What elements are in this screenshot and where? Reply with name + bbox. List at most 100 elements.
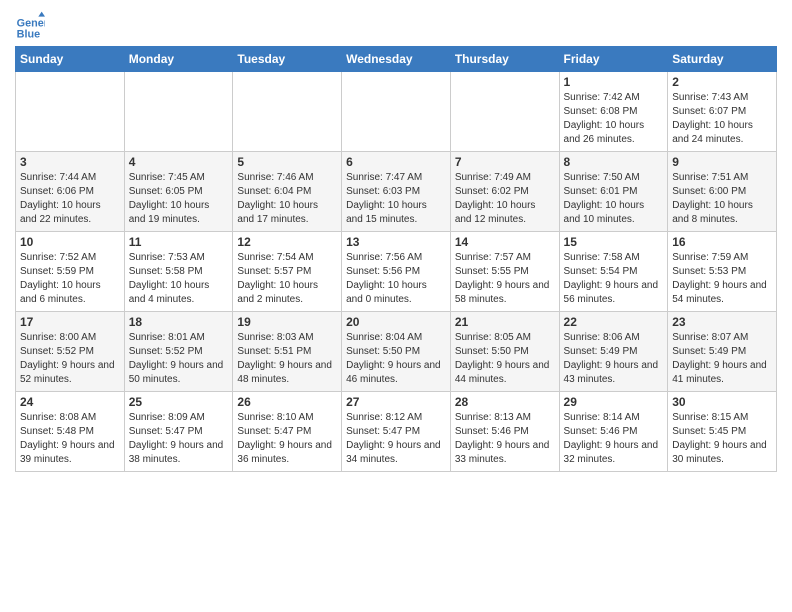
calendar-cell: 22 Sunrise: 8:06 AM Sunset: 5:49 PM Dayli… — [559, 312, 668, 392]
day-number: 15 — [564, 235, 664, 249]
calendar-cell: 16Sunrise: 7:59 AM Sunset: 5:53 PM Dayli… — [668, 232, 777, 312]
calendar-cell: 29 Sunrise: 8:14 AM Sunset: 5:46 PM Dayli… — [559, 392, 668, 472]
day-info: Sunrise: 7:42 AM Sunset: 6:08 PM Dayligh… — [564, 91, 664, 147]
calendar-cell: 25 Sunrise: 8:09 AM Sunset: 5:47 PM Dayli… — [124, 392, 233, 472]
day-info: Sunrise: 7:56 AM Sunset: 5:56 PM Dayligh… — [346, 251, 446, 307]
day-info: Sunrise: 7:47 AM Sunset: 6:03 PM Dayligh… — [346, 171, 446, 227]
calendar-cell: 19Sunrise: 8:03 AM Sunset: 5:51 PM Dayli… — [233, 312, 342, 392]
day-info: Sunrise: 8:08 AM Sunset: 5:48 PM Dayligh… — [20, 411, 120, 467]
calendar-cell: 24Sunrise: 8:08 AM Sunset: 5:48 PM Dayli… — [16, 392, 125, 472]
weekday-header: Friday — [559, 47, 668, 72]
calendar-cell — [124, 72, 233, 152]
day-number: 7 — [455, 155, 555, 169]
calendar-body: 1 Sunrise: 7:42 AM Sunset: 6:08 PM Daylig… — [16, 72, 777, 472]
day-number: 22 — [564, 315, 664, 329]
day-info: Sunrise: 8:01 AM Sunset: 5:52 PM Dayligh… — [129, 331, 229, 387]
day-info: Sunrise: 7:54 AM Sunset: 5:57 PM Dayligh… — [237, 251, 337, 307]
day-number: 1 — [564, 75, 664, 89]
day-number: 11 — [129, 235, 229, 249]
weekday-header: Sunday — [16, 47, 125, 72]
calendar-week-row: 24Sunrise: 8:08 AM Sunset: 5:48 PM Dayli… — [16, 392, 777, 472]
calendar-cell: 7 Sunrise: 7:49 AM Sunset: 6:02 PM Daylig… — [450, 152, 559, 232]
weekday-header: Monday — [124, 47, 233, 72]
calendar-cell — [450, 72, 559, 152]
calendar-cell: 20Sunrise: 8:04 AM Sunset: 5:50 PM Dayli… — [342, 312, 451, 392]
calendar-cell: 17Sunrise: 8:00 AM Sunset: 5:52 PM Dayli… — [16, 312, 125, 392]
day-number: 2 — [672, 75, 772, 89]
calendar-cell: 21 Sunrise: 8:05 AM Sunset: 5:50 PM Dayli… — [450, 312, 559, 392]
calendar-cell: 13 Sunrise: 7:56 AM Sunset: 5:56 PM Dayli… — [342, 232, 451, 312]
weekday-header: Saturday — [668, 47, 777, 72]
calendar-cell: 8Sunrise: 7:50 AM Sunset: 6:01 PM Daylig… — [559, 152, 668, 232]
calendar-cell: 27 Sunrise: 8:12 AM Sunset: 5:47 PM Dayli… — [342, 392, 451, 472]
day-info: Sunrise: 7:52 AM Sunset: 5:59 PM Dayligh… — [20, 251, 120, 307]
page-header: General Blue — [15, 10, 777, 40]
calendar-cell: 12 Sunrise: 7:54 AM Sunset: 5:57 PM Dayli… — [233, 232, 342, 312]
day-info: Sunrise: 8:04 AM Sunset: 5:50 PM Dayligh… — [346, 331, 446, 387]
day-number: 4 — [129, 155, 229, 169]
day-info: Sunrise: 8:09 AM Sunset: 5:47 PM Dayligh… — [129, 411, 229, 467]
calendar-week-row: 17Sunrise: 8:00 AM Sunset: 5:52 PM Dayli… — [16, 312, 777, 392]
day-info: Sunrise: 8:03 AM Sunset: 5:51 PM Dayligh… — [237, 331, 337, 387]
day-number: 18 — [129, 315, 229, 329]
day-number: 5 — [237, 155, 337, 169]
calendar-cell — [342, 72, 451, 152]
day-info: Sunrise: 8:14 AM Sunset: 5:46 PM Dayligh… — [564, 411, 664, 467]
calendar-cell — [16, 72, 125, 152]
calendar-cell: 1 Sunrise: 7:42 AM Sunset: 6:08 PM Daylig… — [559, 72, 668, 152]
logo: General Blue — [15, 10, 49, 40]
calendar-cell: 30Sunrise: 8:15 AM Sunset: 5:45 PM Dayli… — [668, 392, 777, 472]
day-info: Sunrise: 8:13 AM Sunset: 5:46 PM Dayligh… — [455, 411, 555, 467]
calendar-cell: 2 Sunrise: 7:43 AM Sunset: 6:07 PM Daylig… — [668, 72, 777, 152]
day-number: 17 — [20, 315, 120, 329]
day-number: 25 — [129, 395, 229, 409]
calendar-cell: 3 Sunrise: 7:44 AM Sunset: 6:06 PM Daylig… — [16, 152, 125, 232]
day-info: Sunrise: 7:44 AM Sunset: 6:06 PM Dayligh… — [20, 171, 120, 227]
calendar-table: SundayMondayTuesdayWednesdayThursdayFrid… — [15, 46, 777, 472]
day-info: Sunrise: 8:12 AM Sunset: 5:47 PM Dayligh… — [346, 411, 446, 467]
day-number: 14 — [455, 235, 555, 249]
calendar-header-row: SundayMondayTuesdayWednesdayThursdayFrid… — [16, 47, 777, 72]
day-info: Sunrise: 7:50 AM Sunset: 6:01 PM Dayligh… — [564, 171, 664, 227]
day-info: Sunrise: 7:45 AM Sunset: 6:05 PM Dayligh… — [129, 171, 229, 227]
day-info: Sunrise: 8:05 AM Sunset: 5:50 PM Dayligh… — [455, 331, 555, 387]
day-number: 27 — [346, 395, 446, 409]
day-info: Sunrise: 7:53 AM Sunset: 5:58 PM Dayligh… — [129, 251, 229, 307]
calendar-cell: 4 Sunrise: 7:45 AM Sunset: 6:05 PM Daylig… — [124, 152, 233, 232]
day-info: Sunrise: 7:43 AM Sunset: 6:07 PM Dayligh… — [672, 91, 772, 147]
logo-icon: General Blue — [15, 10, 45, 40]
calendar-cell: 15Sunrise: 7:58 AM Sunset: 5:54 PM Dayli… — [559, 232, 668, 312]
calendar-week-row: 10 Sunrise: 7:52 AM Sunset: 5:59 PM Dayli… — [16, 232, 777, 312]
weekday-header: Wednesday — [342, 47, 451, 72]
day-info: Sunrise: 8:07 AM Sunset: 5:49 PM Dayligh… — [672, 331, 772, 387]
calendar-cell: 10 Sunrise: 7:52 AM Sunset: 5:59 PM Dayli… — [16, 232, 125, 312]
day-number: 21 — [455, 315, 555, 329]
weekday-header: Thursday — [450, 47, 559, 72]
day-number: 29 — [564, 395, 664, 409]
day-info: Sunrise: 8:06 AM Sunset: 5:49 PM Dayligh… — [564, 331, 664, 387]
day-number: 3 — [20, 155, 120, 169]
day-number: 13 — [346, 235, 446, 249]
calendar-cell: 23 Sunrise: 8:07 AM Sunset: 5:49 PM Dayli… — [668, 312, 777, 392]
day-number: 12 — [237, 235, 337, 249]
day-number: 28 — [455, 395, 555, 409]
calendar-cell: 6Sunrise: 7:47 AM Sunset: 6:03 PM Daylig… — [342, 152, 451, 232]
calendar-week-row: 1 Sunrise: 7:42 AM Sunset: 6:08 PM Daylig… — [16, 72, 777, 152]
day-number: 26 — [237, 395, 337, 409]
day-number: 30 — [672, 395, 772, 409]
calendar-cell: 18 Sunrise: 8:01 AM Sunset: 5:52 PM Dayli… — [124, 312, 233, 392]
day-info: Sunrise: 8:10 AM Sunset: 5:47 PM Dayligh… — [237, 411, 337, 467]
weekday-header: Tuesday — [233, 47, 342, 72]
calendar-cell: 14 Sunrise: 7:57 AM Sunset: 5:55 PM Dayli… — [450, 232, 559, 312]
day-number: 9 — [672, 155, 772, 169]
day-info: Sunrise: 7:49 AM Sunset: 6:02 PM Dayligh… — [455, 171, 555, 227]
calendar-cell: 11 Sunrise: 7:53 AM Sunset: 5:58 PM Dayli… — [124, 232, 233, 312]
day-number: 10 — [20, 235, 120, 249]
day-number: 23 — [672, 315, 772, 329]
calendar-cell: 26 Sunrise: 8:10 AM Sunset: 5:47 PM Dayli… — [233, 392, 342, 472]
calendar-cell: 9Sunrise: 7:51 AM Sunset: 6:00 PM Daylig… — [668, 152, 777, 232]
calendar-week-row: 3 Sunrise: 7:44 AM Sunset: 6:06 PM Daylig… — [16, 152, 777, 232]
day-info: Sunrise: 7:57 AM Sunset: 5:55 PM Dayligh… — [455, 251, 555, 307]
day-info: Sunrise: 7:46 AM Sunset: 6:04 PM Dayligh… — [237, 171, 337, 227]
svg-text:Blue: Blue — [17, 29, 40, 41]
